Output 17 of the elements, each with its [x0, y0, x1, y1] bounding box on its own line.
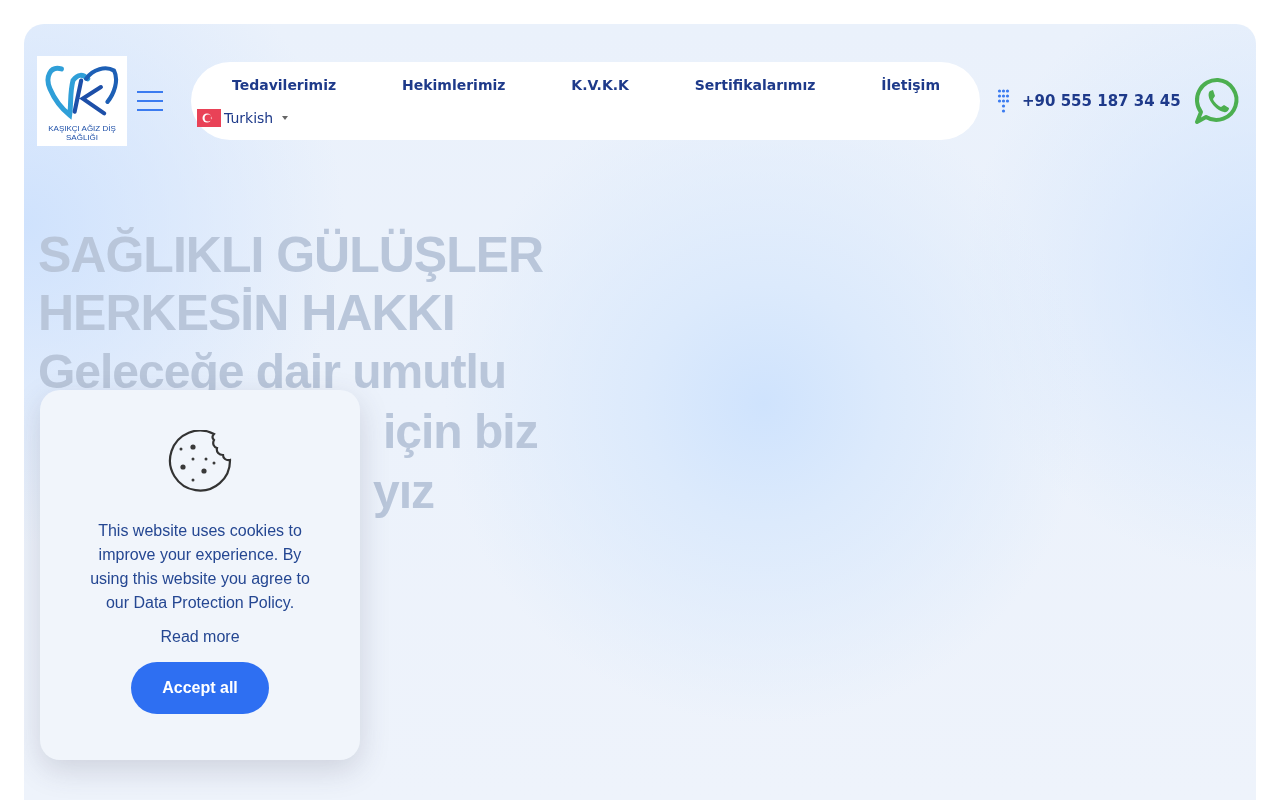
nav-link[interactable]: Sertifikalarımız	[694, 77, 816, 93]
nav-link[interactable]: K.V.K.K	[571, 77, 629, 93]
menu-icon[interactable]	[137, 91, 163, 111]
dialpad-icon	[995, 89, 1012, 113]
turkey-flag-icon	[197, 109, 221, 127]
cookie-icon	[168, 430, 232, 494]
logo-caption: KAŞIKÇI AĞIZ DİŞ SAĞLIĞI	[47, 123, 117, 142]
accept-all-button[interactable]: Accept all	[131, 662, 269, 714]
nav-link[interactable]: Tedavilerimiz	[232, 77, 337, 93]
nav-link[interactable]: Hekimlerimiz	[402, 77, 506, 93]
caret-icon	[281, 115, 290, 121]
read-more-link[interactable]: Read more	[160, 628, 240, 646]
logo[interactable]: KAŞIKÇI AĞIZ DİŞ SAĞLIĞI	[37, 56, 127, 146]
phone-link[interactable]: +90 555 187 34 45	[1022, 92, 1181, 110]
cookie-message: This website uses cookies to improve your experience. By using this website you agree to our Data Protection Policy.	[89, 521, 311, 613]
language-selector[interactable]: Turkish	[197, 109, 290, 127]
nav-link[interactable]: İletişim	[881, 77, 940, 93]
